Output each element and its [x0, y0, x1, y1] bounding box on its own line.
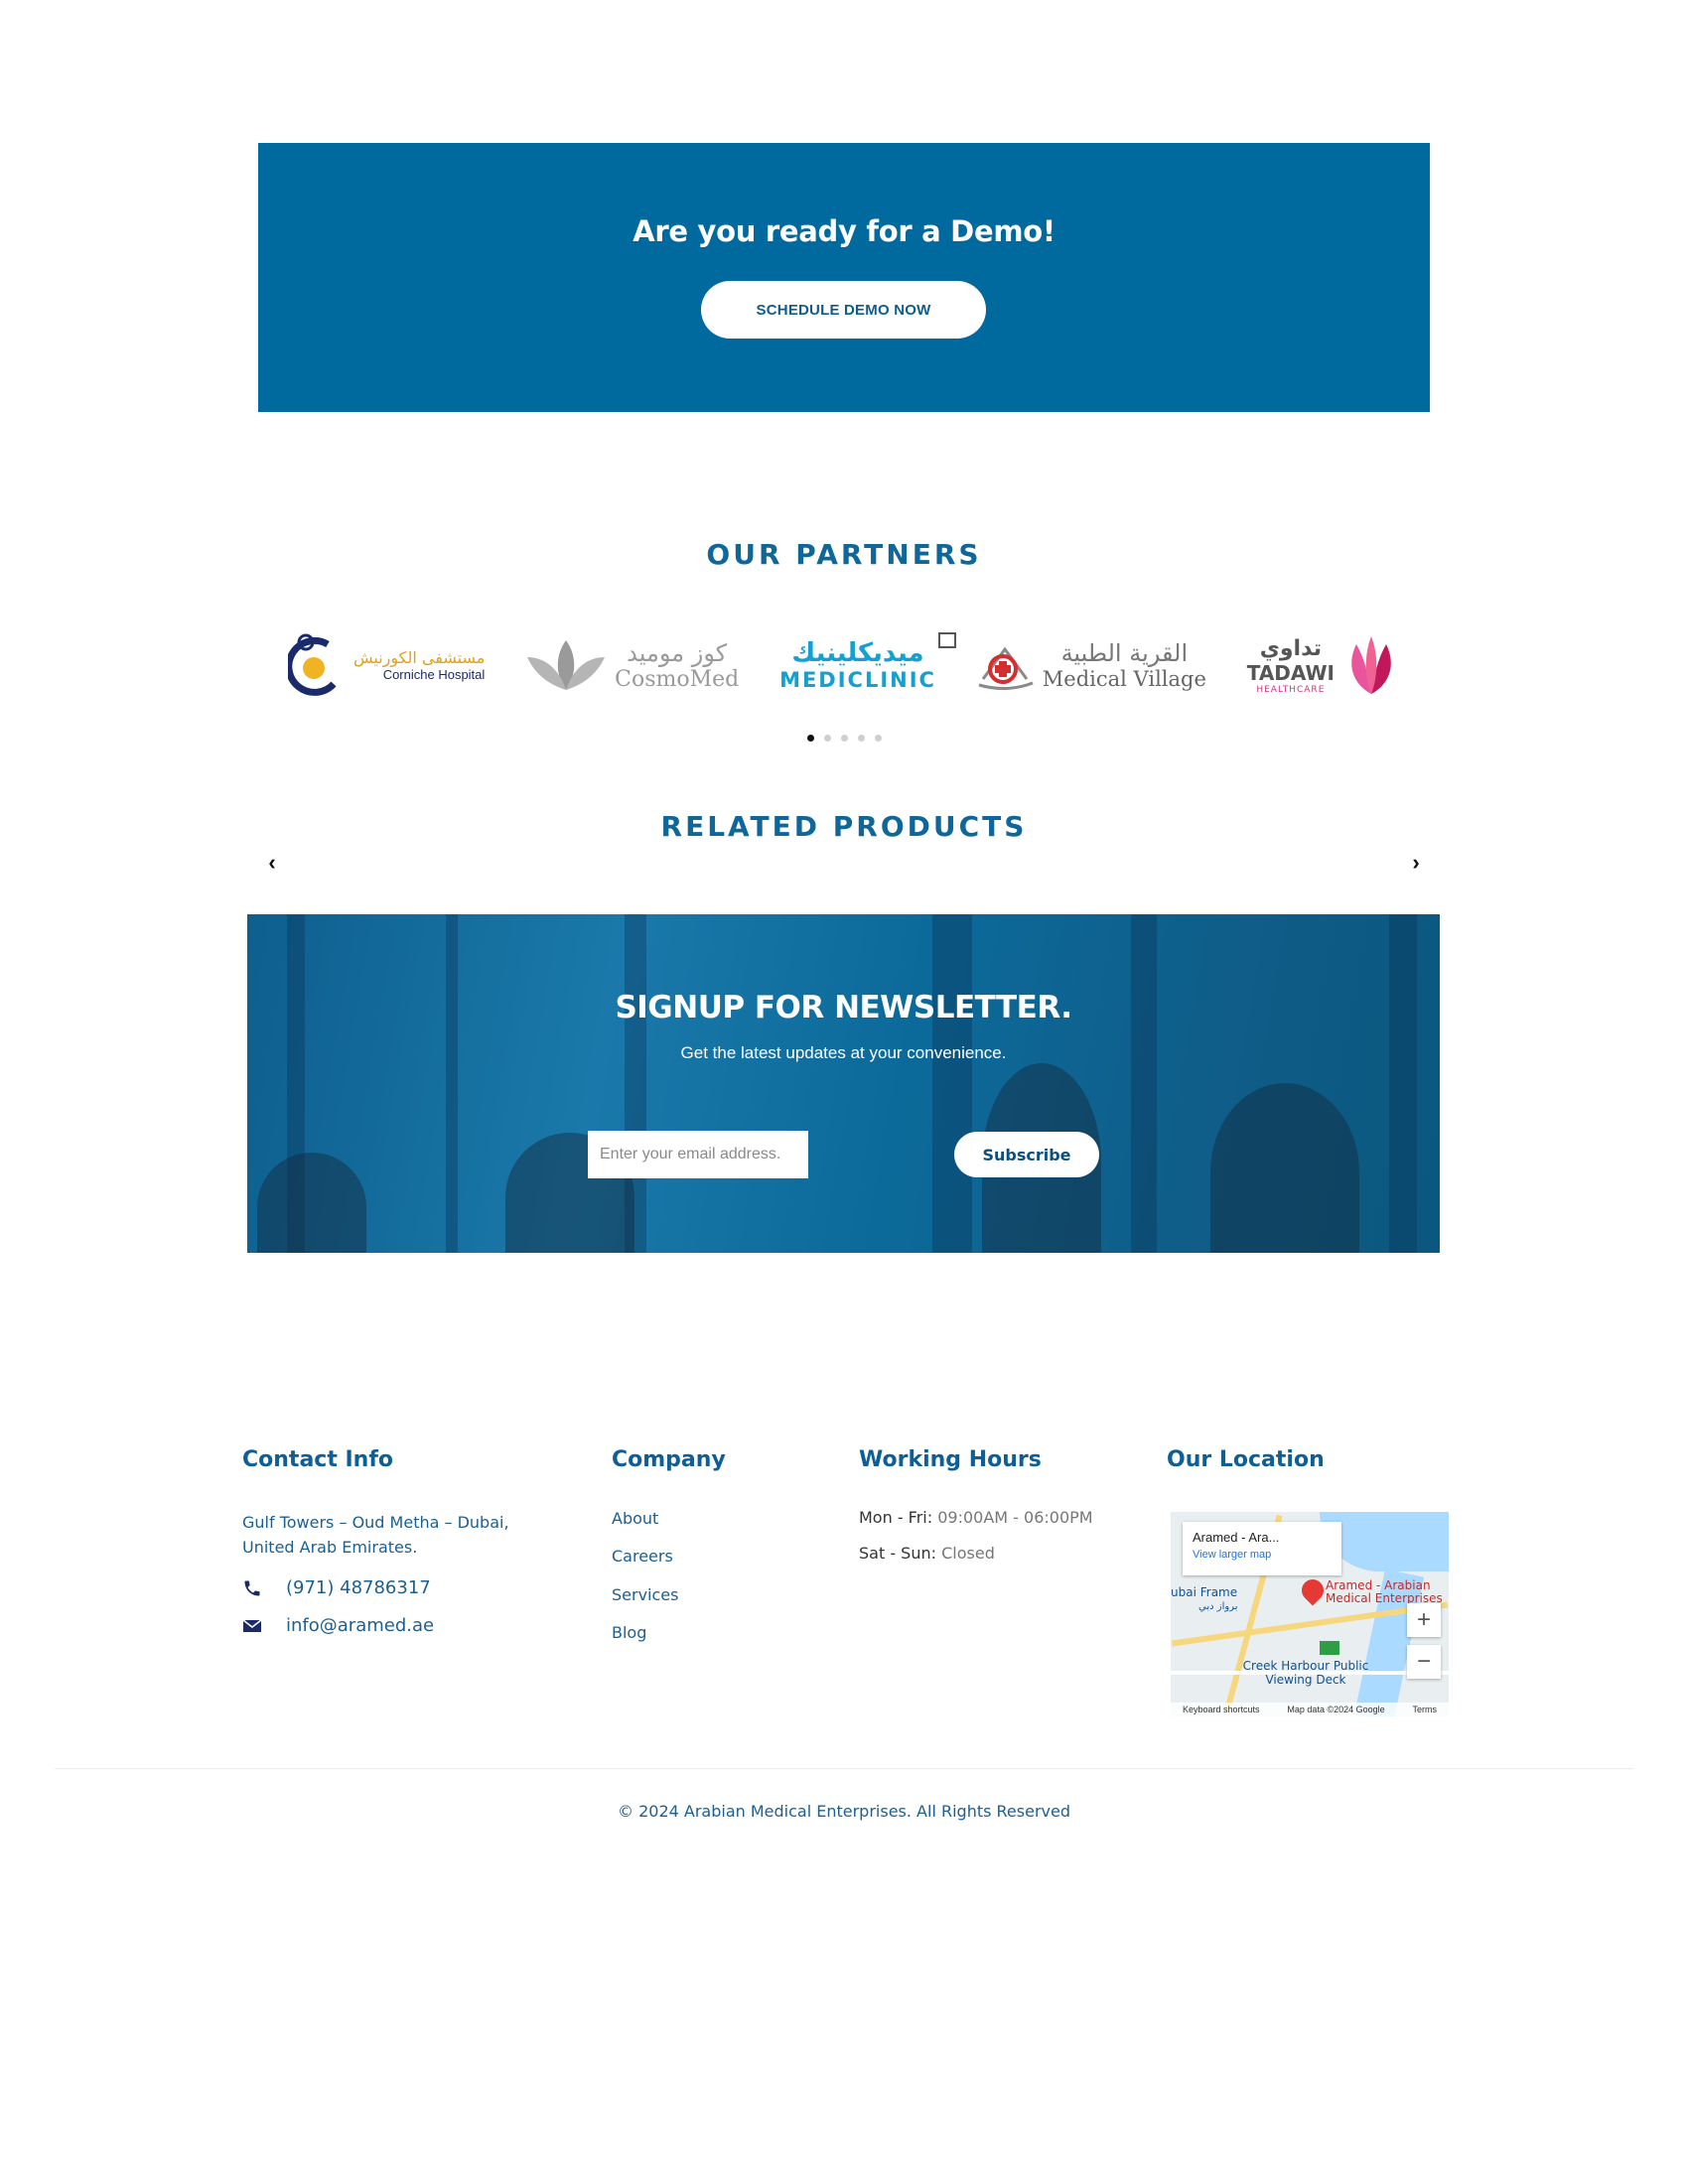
contact-info-title: Contact Info — [242, 1447, 394, 1472]
map-label-frame-ar: برواز دبي — [1198, 1601, 1238, 1612]
partner-logo-mediclinic[interactable]: ميديكلينيك MEDICLINIC — [779, 632, 956, 692]
newsletter-title: SIGNUP FOR NEWSLETTER. — [615, 990, 1072, 1025]
our-location-title: Our Location — [1167, 1447, 1325, 1472]
partner-logo-medical-village[interactable]: القرية الطبية Medical Village — [977, 639, 1206, 691]
map-zoom-in-button[interactable]: + — [1407, 1603, 1441, 1637]
background-person — [257, 1153, 366, 1253]
map-data-credit: Map data ©2024 Google — [1287, 1705, 1385, 1714]
background-window-bar — [932, 914, 972, 1253]
footer-link-services[interactable]: Services — [612, 1585, 678, 1604]
carousel-dot[interactable] — [874, 735, 882, 742]
mediclinic-ar: ميديكلينيك — [791, 638, 924, 668]
contact-phone-row[interactable]: (971) 48786317 — [242, 1577, 431, 1598]
demo-banner: Are you ready for a Demo! SCHEDULE DEMO … — [258, 143, 1430, 412]
carousel-dot[interactable] — [806, 735, 814, 742]
footer-link-about[interactable]: About — [612, 1509, 658, 1528]
hours-value: 09:00AM - 06:00PM — [937, 1508, 1093, 1527]
chevron-left-icon[interactable]: ‹ — [262, 850, 282, 875]
map-footer: Keyboard shortcuts Map data ©2024 Google… — [1171, 1703, 1449, 1716]
hours-label: Sat - Sun: — [859, 1544, 937, 1563]
background-window-bar — [1389, 914, 1417, 1253]
mediclinic-mark-icon — [937, 632, 956, 648]
location-map[interactable]: Aramed - Ara... View larger map Aramed -… — [1171, 1512, 1449, 1716]
partners-title: OUR PARTNERS — [706, 538, 982, 571]
corniche-ar: مستشفى الكورنيش — [353, 648, 486, 667]
medical-village-ar: القرية الطبية — [1060, 639, 1189, 667]
tadawi-lotus-icon — [1351, 636, 1391, 694]
hours-value: Closed — [941, 1544, 995, 1563]
tadawi-ar: تداوي — [1259, 635, 1323, 661]
newsletter-subtitle: Get the latest updates at your convenien… — [680, 1043, 1007, 1062]
map-pin-icon[interactable] — [1297, 1574, 1329, 1606]
hours-row-weekdays: Mon - Fri: 09:00AM - 06:00PM — [859, 1508, 1093, 1527]
corniche-hospital-logo-icon — [288, 633, 337, 696]
contact-phone: (971) 48786317 — [286, 1577, 431, 1598]
map-terms[interactable]: Terms — [1413, 1705, 1438, 1714]
partner-logo-tadawi[interactable]: تداوي TADAWI HEALTHCARE — [1247, 634, 1400, 696]
cosmomed-logo-icon — [527, 640, 606, 690]
footer-link-careers[interactable]: Careers — [612, 1547, 673, 1566]
medical-village-logo-icon — [978, 646, 1034, 690]
working-hours-title: Working Hours — [859, 1447, 1042, 1472]
contact-email: info@aramed.ae — [286, 1615, 435, 1636]
corniche-en: Corniche Hospital — [382, 667, 486, 682]
partners-dots — [0, 735, 1688, 742]
contact-email-row[interactable]: info@aramed.ae — [242, 1615, 434, 1636]
view-larger-map-link[interactable]: View larger map — [1193, 1549, 1332, 1561]
map-highway-shield — [1320, 1641, 1339, 1655]
envelope-icon — [242, 1618, 262, 1632]
footer-divider — [55, 1768, 1633, 1769]
hours-row-weekend: Sat - Sun: Closed — [859, 1544, 995, 1563]
map-info-card[interactable]: Aramed - Ara... View larger map — [1183, 1522, 1341, 1575]
partner-logo-cosmomed[interactable]: كوز موميد CosmoMed — [525, 635, 739, 695]
map-label-frame: ubai Frame — [1171, 1585, 1238, 1599]
map-card-title: Aramed - Ara... — [1193, 1530, 1280, 1545]
related-products-title: RELATED PRODUCTS — [660, 810, 1028, 843]
company-title: Company — [612, 1447, 726, 1472]
subscribe-button[interactable]: Subscribe — [954, 1132, 1099, 1177]
carousel-dot[interactable] — [840, 735, 848, 742]
map-keyboard-shortcuts[interactable]: Keyboard shortcuts — [1183, 1705, 1260, 1714]
cosmomed-ar: كوز موميد — [627, 638, 728, 667]
partner-logo-corniche[interactable]: مستشفى الكورنيش Corniche Hospital — [288, 632, 485, 698]
map-pin-label: Aramed - Arabian Medical Enterprises — [1326, 1578, 1443, 1605]
schedule-demo-button[interactable]: SCHEDULE DEMO NOW — [701, 281, 986, 339]
copyright: © 2024 Arabian Medical Enterprises. All … — [618, 1802, 1070, 1821]
map-label-creek: Creek Harbour Public Viewing Deck — [1242, 1659, 1369, 1687]
map-zoom-out-button[interactable]: − — [1407, 1645, 1441, 1679]
background-window-bar — [1131, 914, 1157, 1253]
mediclinic-en: MEDICLINIC — [779, 668, 936, 692]
carousel-dot[interactable] — [857, 735, 865, 742]
hours-label: Mon - Fri: — [859, 1508, 933, 1527]
cosmomed-en: CosmoMed — [615, 666, 740, 692]
medical-village-en: Medical Village — [1042, 667, 1206, 691]
newsletter-email-input[interactable] — [588, 1131, 808, 1178]
partners-carousel: مستشفى الكورنيش Corniche Hospital كوز مو… — [288, 625, 1400, 705]
chevron-right-icon[interactable]: › — [1406, 850, 1426, 875]
newsletter-section: SIGNUP FOR NEWSLETTER. Get the latest up… — [247, 914, 1440, 1253]
demo-title: Are you ready for a Demo! — [633, 214, 1055, 248]
background-person — [1210, 1083, 1359, 1253]
tadawi-sub: HEALTHCARE — [1256, 684, 1326, 695]
footer-link-blog[interactable]: Blog — [612, 1623, 646, 1642]
tadawi-en: TADAWI — [1246, 660, 1335, 685]
carousel-dot[interactable] — [823, 735, 831, 742]
background-window-bar — [446, 914, 458, 1253]
phone-icon — [244, 1580, 260, 1595]
contact-address: Gulf Towers – Oud Metha – Dubai, United … — [242, 1513, 509, 1557]
